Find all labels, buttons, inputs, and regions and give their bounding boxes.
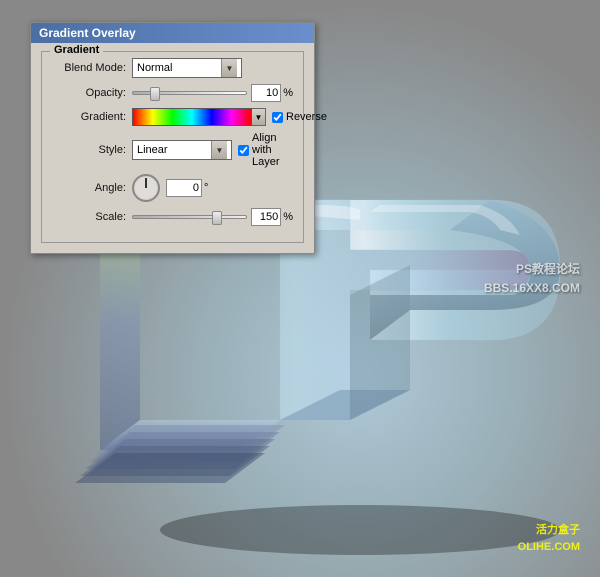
reverse-label: Reverse — [286, 111, 327, 123]
style-label: Style: — [52, 144, 132, 156]
opacity-input[interactable] — [251, 84, 281, 102]
scale-label: Scale: — [52, 211, 132, 223]
watermark2-line1: 活力盒子 — [518, 522, 580, 540]
opacity-label: Opacity: — [52, 87, 132, 99]
angle-label: Angle: — [52, 182, 132, 194]
style-row: Style: Linear ▼ Align with Layer — [52, 132, 293, 168]
align-layer-label: Align with Layer — [252, 132, 293, 168]
scale-unit: % — [283, 211, 293, 223]
gradient-section: Gradient Blend Mode: Normal ▼ Opacity: % — [41, 51, 304, 243]
align-layer-checkbox[interactable] — [238, 145, 249, 156]
style-value: Linear — [137, 144, 211, 156]
watermark-line1: PS教程论坛 — [484, 260, 580, 279]
scale-slider-track[interactable] — [132, 215, 247, 219]
style-dropdown-arrow[interactable]: ▼ — [211, 141, 227, 159]
section-label: Gradient — [50, 44, 103, 56]
opacity-slider-track[interactable] — [132, 91, 247, 95]
gradient-dropdown-arrow[interactable]: ▼ — [252, 108, 266, 126]
gradient-overlay-dialog: Gradient Overlay Gradient Blend Mode: No… — [30, 22, 315, 254]
scale-row: Scale: % — [52, 208, 293, 226]
watermark-bottom: 活力盒子 OLIHE.COM — [518, 522, 580, 557]
blend-mode-label: Blend Mode: — [52, 62, 132, 74]
gradient-bar-container: ▼ — [132, 108, 266, 126]
blend-mode-row: Blend Mode: Normal ▼ — [52, 58, 293, 78]
opacity-unit: % — [283, 87, 293, 99]
reverse-checkbox[interactable] — [272, 112, 283, 123]
opacity-row: Opacity: % — [52, 84, 293, 102]
gradient-bar[interactable] — [132, 108, 252, 126]
angle-row: Angle: ° — [52, 174, 293, 202]
reverse-checkbox-group: Reverse — [272, 111, 327, 123]
angle-dial[interactable] — [132, 174, 160, 202]
angle-unit: ° — [204, 182, 208, 194]
watermark2-line2: OLIHE.COM — [518, 539, 580, 557]
watermark-line2: BBS.16XX8.COM — [484, 279, 580, 298]
gradient-label: Gradient: — [52, 111, 132, 123]
dialog-inner: Gradient Blend Mode: Normal ▼ Opacity: % — [31, 43, 314, 253]
style-dropdown[interactable]: Linear ▼ — [132, 140, 232, 160]
gradient-row: Gradient: ▼ Reverse — [52, 108, 293, 126]
scale-slider-thumb[interactable] — [212, 211, 222, 225]
scale-input[interactable] — [251, 208, 281, 226]
blend-mode-value: Normal — [137, 62, 221, 74]
align-layer-checkbox-group: Align with Layer — [238, 132, 293, 168]
opacity-slider-thumb[interactable] — [150, 87, 160, 101]
blend-mode-arrow[interactable]: ▼ — [221, 59, 237, 77]
angle-input[interactable] — [166, 179, 202, 197]
blend-mode-dropdown[interactable]: Normal ▼ — [132, 58, 242, 78]
watermark-top: PS教程论坛 BBS.16XX8.COM — [484, 260, 580, 298]
dialog-title: Gradient Overlay — [31, 23, 314, 43]
angle-indicator — [145, 178, 147, 188]
